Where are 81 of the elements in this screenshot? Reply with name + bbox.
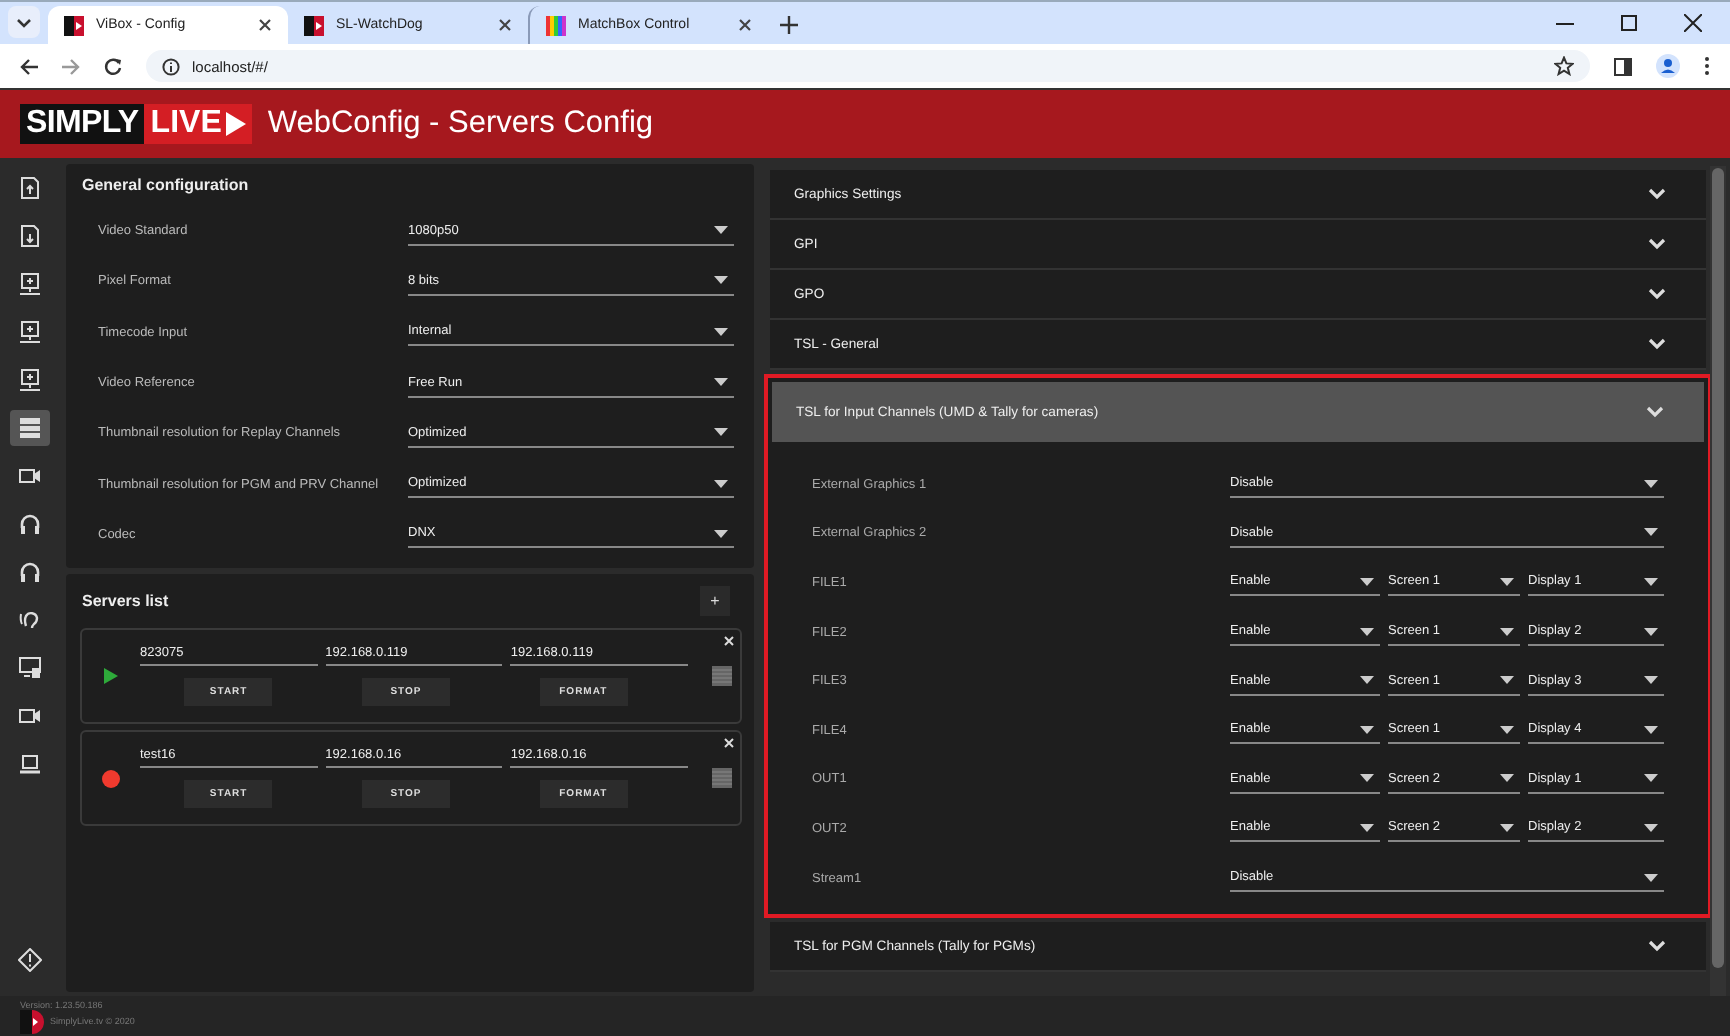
headset-icon [18,512,42,536]
favicon-icon [64,15,84,35]
add-button[interactable]: + [700,586,730,617]
dropdown-caret-icon [1500,577,1514,586]
dropdown-caret-icon [1500,823,1514,832]
close-icon[interactable] [498,18,512,32]
side-panel-icon[interactable] [1614,57,1632,75]
tab-list-button[interactable] [8,6,40,38]
laptop-icon [18,752,42,776]
record-icon[interactable] [102,769,120,788]
logo-text: LIVE [144,104,226,144]
dropdown-caret-icon [1360,676,1374,685]
close-icon[interactable] [1684,14,1702,32]
dropdown-caret-icon [1360,577,1374,586]
dropdown-caret-icon [1360,627,1374,636]
dropdown-caret-icon [714,529,728,538]
forward-arrow-icon[interactable] [62,57,80,75]
dropdown-caret-icon [1644,577,1658,586]
dropdown-caret-icon [1644,823,1658,832]
sidebar-button[interactable] [10,410,50,446]
star-icon[interactable] [1554,56,1574,76]
favicon-icon [304,15,324,35]
play-icon [225,104,252,144]
menu-icon[interactable] [712,768,732,789]
back-arrow-icon[interactable] [20,57,38,75]
tab-list-icon[interactable] [16,17,32,27]
dropdown-caret-icon [1360,823,1374,832]
dropdown-caret-icon [1500,725,1514,734]
close-icon[interactable] [258,18,272,32]
monitor-icon [18,272,42,296]
new-tab-icon[interactable] [780,16,798,34]
dropdown-caret-icon [714,479,728,488]
dropdown-caret-icon [1360,774,1374,783]
warning-diamond-icon[interactable] [18,948,42,972]
chevron-down-icon[interactable] [1648,288,1666,300]
favicon-icon [546,15,566,35]
dropdown-caret-icon [714,378,728,387]
chevron-down-icon[interactable] [1646,406,1664,418]
page-title: WebConfig - Servers Config [267,106,654,142]
chevron-down-icon[interactable] [1648,238,1666,250]
maximize-icon[interactable] [1620,14,1638,32]
dropdown-caret-icon [1644,774,1658,783]
logo-text: SIMPLY [20,104,145,144]
dropdown-caret-icon [1360,725,1374,734]
dropdown-caret-icon [1644,676,1658,685]
dropdown-caret-icon [1644,725,1658,734]
reload-icon[interactable] [104,57,122,75]
file-up-icon [18,176,42,200]
profile-icon[interactable] [1656,54,1680,78]
more-options-icon[interactable] [1704,56,1710,76]
monitor-icon [18,368,42,392]
monitor-icon [18,320,42,344]
chevron-down-icon[interactable] [1648,940,1666,953]
dropdown-caret-icon [1644,479,1658,488]
card-title: General configuration [82,176,251,194]
dropdown-caret-icon [714,428,728,437]
ear-icon [18,608,42,632]
info-icon [162,57,180,75]
file-down-icon [18,224,42,248]
dropdown-caret-icon [714,276,728,285]
list-icon [18,416,42,440]
card-title: Servers list [82,592,169,611]
scrollbar-thumb[interactable] [1712,168,1724,968]
dropdown-caret-icon [1644,528,1658,537]
brand-logo-icon [20,1009,44,1033]
dropdown-caret-icon [1500,774,1514,783]
dropdown-caret-icon [1500,676,1514,685]
dropdown-caret-icon [1500,627,1514,636]
camera-icon [18,704,42,728]
dropdown-caret-icon [1644,627,1658,636]
screen-icon [18,656,42,680]
headset-icon [18,560,42,584]
chevron-down-icon[interactable] [1648,338,1666,350]
close-icon[interactable] [738,18,752,32]
dropdown-caret-icon [1644,873,1658,882]
play-icon[interactable] [104,668,118,685]
chevron-down-icon[interactable] [1648,188,1666,200]
dropdown-caret-icon [714,327,728,336]
dropdown-caret-icon [714,226,728,235]
camera-icon [18,464,42,488]
menu-icon[interactable] [712,666,732,687]
